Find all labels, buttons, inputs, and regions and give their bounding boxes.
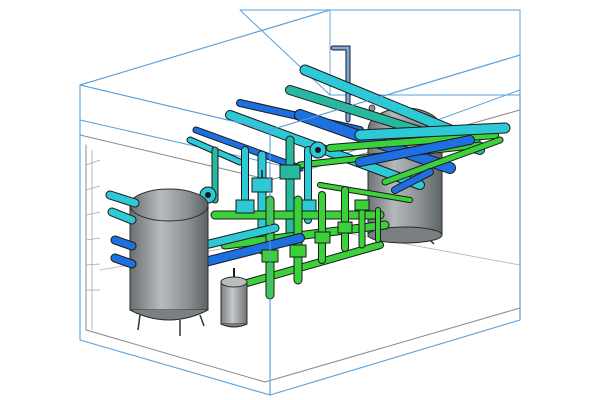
enclosure-floor-line — [264, 307, 521, 383]
left-tank-bottom-dome — [129, 309, 209, 321]
expansion-tank-top — [220, 276, 248, 288]
left-wall-slats — [85, 150, 101, 330]
left-tank-leg — [199, 314, 205, 327]
piping-skid-diagram — [79, 9, 521, 396]
enclosure-top-back-left — [79, 9, 331, 86]
expansion-tank-body — [220, 281, 248, 325]
left-tank — [129, 188, 209, 336]
left-tank-leg — [137, 314, 141, 331]
gate-valve-icon — [314, 231, 331, 244]
left-tank-top-dome — [129, 188, 209, 222]
enclosure-top-back — [239, 9, 521, 96]
gate-valve-icon — [337, 221, 353, 234]
gate-valve-icon — [279, 164, 301, 180]
gate-valve-icon — [251, 170, 273, 193]
expansion-tank-bottom — [220, 323, 248, 328]
expansion-tank — [220, 268, 248, 328]
inline-pump-icon — [309, 141, 327, 159]
gate-valve-icon — [289, 244, 307, 258]
gate-valve-icon — [354, 199, 370, 211]
gate-valve-icon — [301, 199, 317, 212]
gate-valve-icon — [235, 199, 255, 214]
